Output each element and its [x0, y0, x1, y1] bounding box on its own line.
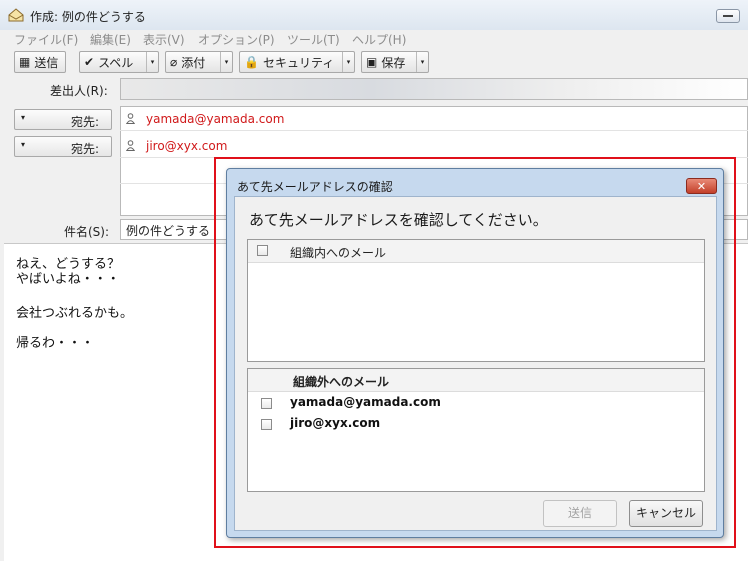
from-label: 差出人(R):: [50, 84, 108, 98]
lock-icon: 🔒: [244, 55, 259, 69]
internal-select-all-checkbox[interactable]: [257, 245, 268, 256]
minimize-button[interactable]: [716, 9, 740, 23]
floppy-disk-icon: ▣: [366, 55, 378, 69]
send-button[interactable]: ▦ 送信: [14, 51, 66, 73]
close-icon: ✕: [696, 180, 707, 193]
from-field[interactable]: [120, 78, 748, 100]
person-icon: [126, 140, 135, 151]
dropdown-arrow-icon: ▾: [21, 140, 26, 149]
toolbar: ▦ 送信 ✔ スペル ▾ ⌀ 添付 ▾ 🔒 セキュリティ ▾ ▣ 保存 ▾: [0, 48, 748, 76]
internal-list-header: 組織内へのメール: [248, 240, 704, 263]
menu-file[interactable]: ファイル(F): [14, 31, 78, 48]
internal-list-title: 組織内へのメール: [290, 246, 387, 260]
dialog-send-button[interactable]: 送信: [543, 500, 617, 527]
dialog-title: あて先メールアドレスの確認: [237, 180, 393, 194]
to-address-1[interactable]: yamada@yamada.com: [146, 112, 284, 126]
dialog-heading: あて先メールアドレスを確認してください。: [249, 211, 548, 229]
to-address-2[interactable]: jiro@xyx.com: [146, 139, 227, 153]
security-dropdown-icon[interactable]: ▾: [342, 52, 354, 72]
to-type-button-2[interactable]: ▾ 宛先:: [14, 136, 112, 157]
menu-tools[interactable]: ツール(T): [287, 31, 340, 48]
internal-recipient-list: 組織内へのメール: [247, 239, 705, 362]
external-recipient-checkbox-2[interactable]: [261, 419, 272, 430]
to-type-button-1[interactable]: ▾ 宛先:: [14, 109, 112, 130]
external-list-header: 組織外へのメール: [248, 369, 704, 392]
external-list-title: 組織外へのメール: [293, 375, 390, 389]
body-line: やばいよね・・・: [16, 272, 120, 287]
attach-dropdown-icon[interactable]: ▾: [220, 52, 232, 72]
external-recipient-list: 組織外へのメール yamada@yamada.com jiro@xyx.com: [247, 368, 705, 492]
menu-edit[interactable]: 編集(E): [90, 31, 131, 48]
save-dropdown-icon[interactable]: ▾: [416, 52, 428, 72]
menu-bar: ファイル(F) 編集(E) 表示(V) オプション(P) ツール(T) ヘルプ(…: [0, 30, 748, 48]
spell-button[interactable]: ✔ スペル ▾: [79, 51, 159, 73]
confirm-dialog: あて先メールアドレスの確認 ✕ あて先メールアドレスを確認してください。 組織内…: [226, 168, 724, 538]
row-divider: [120, 130, 748, 131]
paperclip-icon: ⌀: [170, 55, 178, 69]
subject-value: 例の件どうする: [126, 224, 211, 238]
save-button[interactable]: ▣ 保存 ▾: [361, 51, 429, 73]
attach-button[interactable]: ⌀ 添付 ▾: [165, 51, 233, 73]
security-button[interactable]: 🔒 セキュリティ ▾: [239, 51, 355, 73]
close-button[interactable]: ✕: [686, 178, 717, 194]
checkmark-icon: ✔: [84, 55, 95, 69]
menu-options[interactable]: オプション(P): [198, 31, 275, 48]
external-recipient-1: yamada@yamada.com: [290, 395, 441, 409]
menu-view[interactable]: 表示(V): [143, 31, 185, 48]
subject-label: 件名(S):: [64, 225, 110, 239]
spell-dropdown-icon[interactable]: ▾: [146, 52, 158, 72]
external-recipient-checkbox-1[interactable]: [261, 398, 272, 409]
compose-mail-icon: [8, 8, 24, 22]
body-line: 帰るわ・・・: [16, 336, 95, 351]
window-title: 作成: 例の件どうする: [30, 10, 146, 24]
dropdown-arrow-icon: ▾: [21, 113, 26, 122]
person-icon: [126, 113, 135, 124]
external-recipient-2: jiro@xyx.com: [290, 416, 381, 430]
dialog-content: あて先メールアドレスを確認してください。 組織内へのメール 組織外へのメール y…: [234, 196, 717, 531]
dialog-cancel-button[interactable]: キャンセル: [629, 500, 703, 527]
send-icon: ▦: [19, 55, 31, 69]
body-line: 会社つぶれるかも。: [16, 306, 134, 321]
menu-help[interactable]: ヘルプ(H): [352, 31, 406, 48]
title-bar: 作成: 例の件どうする: [0, 0, 748, 30]
